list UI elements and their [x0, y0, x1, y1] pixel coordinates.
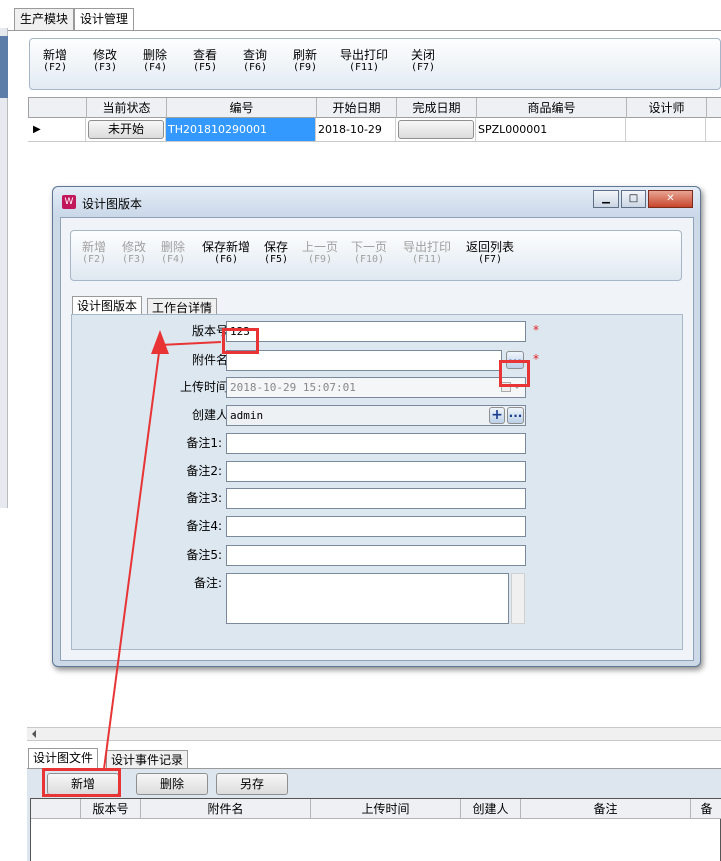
annotation-arrow	[103, 330, 222, 770]
